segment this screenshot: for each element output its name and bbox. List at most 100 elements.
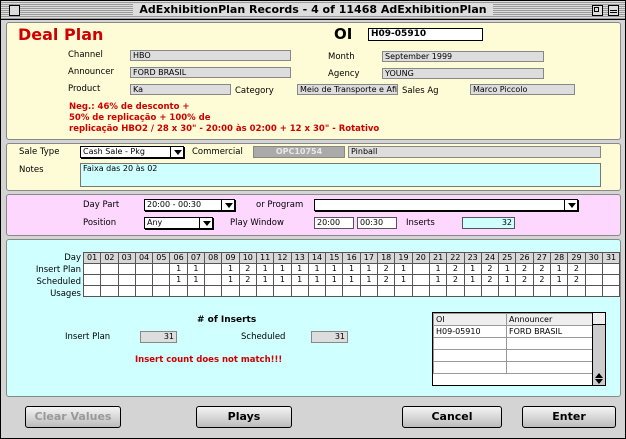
usage-cell[interactable] xyxy=(100,285,119,297)
insert-plan-cell[interactable]: 2 xyxy=(377,263,396,275)
inserts-field[interactable]: 32 xyxy=(462,217,515,229)
scheduled-cell[interactable] xyxy=(152,274,171,286)
insert-plan-cell[interactable]: 2 xyxy=(446,263,465,275)
usage-cell[interactable] xyxy=(238,285,257,297)
insert-plan-cell[interactable] xyxy=(117,263,136,275)
usage-cell[interactable] xyxy=(515,285,534,297)
product-field[interactable]: Ka xyxy=(130,84,231,95)
scheduled-cell[interactable]: 1 xyxy=(186,274,206,286)
oi-column-header[interactable]: OI xyxy=(433,313,507,326)
usage-cell[interactable] xyxy=(325,285,344,297)
list-item-empty[interactable] xyxy=(433,349,593,362)
scheduled-cell[interactable] xyxy=(82,274,102,286)
day-part-select[interactable]: 20:00 - 00:30 xyxy=(144,199,235,211)
insert-plan-cell[interactable]: 1 xyxy=(394,263,413,275)
usage-cell[interactable] xyxy=(601,285,621,297)
sale-type-select[interactable]: Cash Sale - Pkg xyxy=(80,146,184,158)
commercial-code-field[interactable]: OPC10754 xyxy=(253,146,345,158)
scheduled-cell[interactable] xyxy=(411,274,430,286)
insert-plan-cell[interactable]: 2 xyxy=(515,263,534,275)
usage-cell[interactable] xyxy=(532,285,552,297)
usage-cell[interactable] xyxy=(567,285,586,297)
usage-cell[interactable] xyxy=(117,285,136,297)
insert-plan-cell[interactable] xyxy=(134,263,154,275)
notes-field[interactable]: Faixa das 20 às 02 xyxy=(80,163,601,187)
oi-field[interactable]: H09-05910 xyxy=(368,28,483,41)
usage-cell[interactable] xyxy=(255,285,275,297)
list-item-empty[interactable] xyxy=(433,337,593,350)
scheduled-cell[interactable]: 1 xyxy=(255,274,275,286)
announcer-column-header[interactable]: Announcer xyxy=(506,313,593,326)
scheduled-cell[interactable]: 2 xyxy=(446,274,465,286)
insert-plan-cell[interactable]: 1 xyxy=(428,263,448,275)
scheduled-cell[interactable]: 1 xyxy=(498,274,517,286)
enter-button[interactable]: Enter xyxy=(522,406,616,428)
usage-cell[interactable] xyxy=(307,285,327,297)
insert-plan-cell[interactable]: 1 xyxy=(169,263,188,275)
list-item[interactable]: H09-05910 FORD BRASIL xyxy=(433,325,593,338)
scheduled-cell[interactable]: 1 xyxy=(169,274,188,286)
usage-cell[interactable] xyxy=(342,285,361,297)
usage-cell[interactable] xyxy=(411,285,430,297)
usage-cell[interactable] xyxy=(550,285,569,297)
scheduled-cell[interactable]: 1 xyxy=(342,274,361,286)
insert-plan-cell[interactable]: 1 xyxy=(550,263,569,275)
oi-list-scrollbar[interactable] xyxy=(592,312,606,386)
insert-plan-cell[interactable]: 2 xyxy=(532,263,552,275)
list-item-empty[interactable] xyxy=(433,361,593,374)
sales-ag-field[interactable]: Marco Piccolo xyxy=(470,84,575,95)
usage-cell[interactable] xyxy=(480,285,500,297)
insert-plan-cell[interactable] xyxy=(204,263,223,275)
scheduled-cell[interactable] xyxy=(584,274,603,286)
title-bar[interactable]: AdExhibitionPlan Records - 4 of 11468 Ad… xyxy=(1,1,625,20)
scroll-menu-icon[interactable] xyxy=(593,313,605,325)
scheduled-cell[interactable]: 1 xyxy=(290,274,309,286)
usage-cell[interactable] xyxy=(463,285,482,297)
insert-plan-cell[interactable]: 2 xyxy=(567,263,586,275)
usage-cell[interactable] xyxy=(82,285,102,297)
collapse-box-icon[interactable] xyxy=(608,5,619,16)
usage-cell[interactable] xyxy=(134,285,154,297)
usage-cell[interactable] xyxy=(584,285,603,297)
insert-plan-cell[interactable]: 1 xyxy=(221,263,240,275)
scheduled-cell[interactable]: 1 xyxy=(394,274,413,286)
scheduled-cell[interactable]: 1 xyxy=(307,274,327,286)
category-field[interactable]: Meio de Transporte e Afi xyxy=(297,84,398,95)
cancel-button[interactable]: Cancel xyxy=(402,406,502,428)
usage-cell[interactable] xyxy=(290,285,309,297)
scheduled-cell[interactable]: 1 xyxy=(221,274,240,286)
insert-plan-cell[interactable]: 1 xyxy=(463,263,482,275)
position-select[interactable]: Any xyxy=(144,217,213,229)
scheduled-cell[interactable]: 2 xyxy=(238,274,257,286)
plays-button[interactable]: Plays xyxy=(196,406,292,428)
insert-plan-cell[interactable] xyxy=(100,263,119,275)
play-end-field[interactable]: 00:30 xyxy=(357,217,397,229)
insert-plan-cell[interactable] xyxy=(152,263,171,275)
insert-plan-cell[interactable] xyxy=(601,263,621,275)
usage-cell[interactable] xyxy=(186,285,206,297)
announcer-field[interactable]: FORD BRASIL xyxy=(130,67,291,78)
insert-plan-cell[interactable]: 1 xyxy=(325,263,344,275)
usage-cell[interactable] xyxy=(152,285,171,297)
usage-cell[interactable] xyxy=(394,285,413,297)
usage-cell[interactable] xyxy=(446,285,465,297)
scheduled-cell[interactable] xyxy=(601,274,621,286)
month-field[interactable]: September 1999 xyxy=(382,51,544,62)
usage-cell[interactable] xyxy=(498,285,517,297)
scheduled-cell[interactable]: 1 xyxy=(325,274,344,286)
scheduled-cell[interactable] xyxy=(204,274,223,286)
scheduled-cell[interactable]: 2 xyxy=(480,274,500,286)
agency-field[interactable]: YOUNG xyxy=(382,68,544,79)
usage-cell[interactable] xyxy=(377,285,396,297)
scroll-up-icon[interactable] xyxy=(595,373,603,378)
usage-cell[interactable] xyxy=(204,285,223,297)
insert-plan-cell[interactable]: 2 xyxy=(480,263,500,275)
scheduled-cell[interactable]: 1 xyxy=(359,274,379,286)
scheduled-cell[interactable]: 2 xyxy=(377,274,396,286)
scheduled-cell[interactable]: 1 xyxy=(463,274,482,286)
scheduled-cell[interactable] xyxy=(100,274,119,286)
insert-plan-cell[interactable] xyxy=(584,263,603,275)
insert-plan-cell[interactable]: 2 xyxy=(238,263,257,275)
program-select[interactable] xyxy=(314,199,578,211)
usage-cell[interactable] xyxy=(428,285,448,297)
